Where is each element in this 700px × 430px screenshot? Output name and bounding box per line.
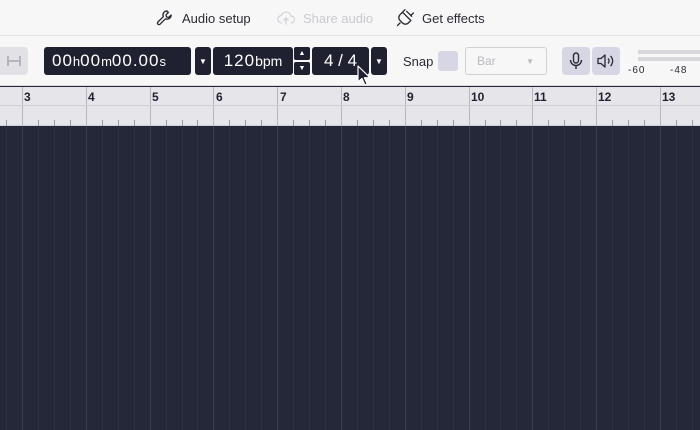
bar-number-11: 11 [534,90,547,104]
bar-number-13: 13 [662,90,676,104]
bar-number-4: 4 [88,90,95,104]
bar-number-6: 6 [216,90,223,104]
fit-to-width-button[interactable] [0,47,28,75]
track-timeline-area[interactable] [0,126,700,430]
time-seconds-unit: s [159,53,166,69]
mouse-pointer-icon [357,65,371,86]
tempo-unit: bpm [255,53,283,69]
time-signature-dropdown[interactable]: ▼ [371,47,387,75]
snap-checkbox[interactable] [438,51,458,71]
fit-width-icon [7,56,21,66]
cloud-upload-icon [277,11,295,25]
time-format-dropdown[interactable]: ▼ [195,47,211,75]
chevron-down-icon: ▼ [526,56,534,66]
top-menu-bar: Audio setup Share audio Get effects [0,0,700,36]
plug-icon [396,9,414,27]
snap-select-value: Bar [477,54,496,68]
ruler-divider [0,105,700,106]
audio-setup-button[interactable]: Audio setup [155,0,251,36]
bar-number-3: 3 [24,90,31,104]
time-hours: 00 [52,51,73,70]
time-minutes: 00 [80,51,102,70]
time-hours-unit: h [72,53,81,69]
bar-number-10: 10 [471,90,485,104]
microphone-icon [569,52,583,69]
chevron-down-icon: ▼ [199,56,207,66]
timeline-grid [6,126,693,430]
time-minutes-unit: m [101,53,112,69]
time-display[interactable]: 00 h 00 m 00.00 s [44,47,191,75]
bar-number-5: 5 [152,90,159,104]
tempo-value: 120 [223,51,256,70]
snap-select[interactable]: Bar ▼ [465,47,547,75]
ruler-ticks [6,87,693,126]
tempo-up-icon[interactable]: ▲ [294,47,310,60]
share-audio-button[interactable]: Share audio [276,0,373,36]
time-seconds: 00.00 [111,51,160,70]
chevron-down-icon: ▼ [375,56,383,66]
get-effects-button[interactable]: Get effects [395,0,485,36]
bar-number-12: 12 [598,90,612,104]
bar-number-9: 9 [407,90,414,104]
wrench-icon [156,10,172,26]
get-effects-label: Get effects [422,10,485,26]
meter-label-60: -60 [628,65,646,76]
level-meter-left [638,50,700,54]
speaker-icon [597,54,614,68]
time-signature-value: 4 / 4 [323,51,358,70]
level-meter-right [638,57,700,61]
tempo-stepper[interactable]: ▲ ▼ [294,47,310,75]
tempo-down-icon[interactable]: ▼ [294,62,310,75]
bar-number-8: 8 [343,90,350,104]
meter-label-48: -48 [670,65,688,76]
audio-setup-label: Audio setup [182,10,251,26]
snap-label: Snap [403,54,434,69]
speaker-button[interactable] [592,47,620,75]
bar-number-7: 7 [280,90,287,104]
share-audio-label: Share audio [303,10,374,26]
tempo-display[interactable]: 120 bpm [213,47,293,75]
microphone-button[interactable] [562,47,590,75]
timeline-ruler[interactable]: 3 4 5 6 7 8 9 10 11 12 13 [0,87,700,126]
